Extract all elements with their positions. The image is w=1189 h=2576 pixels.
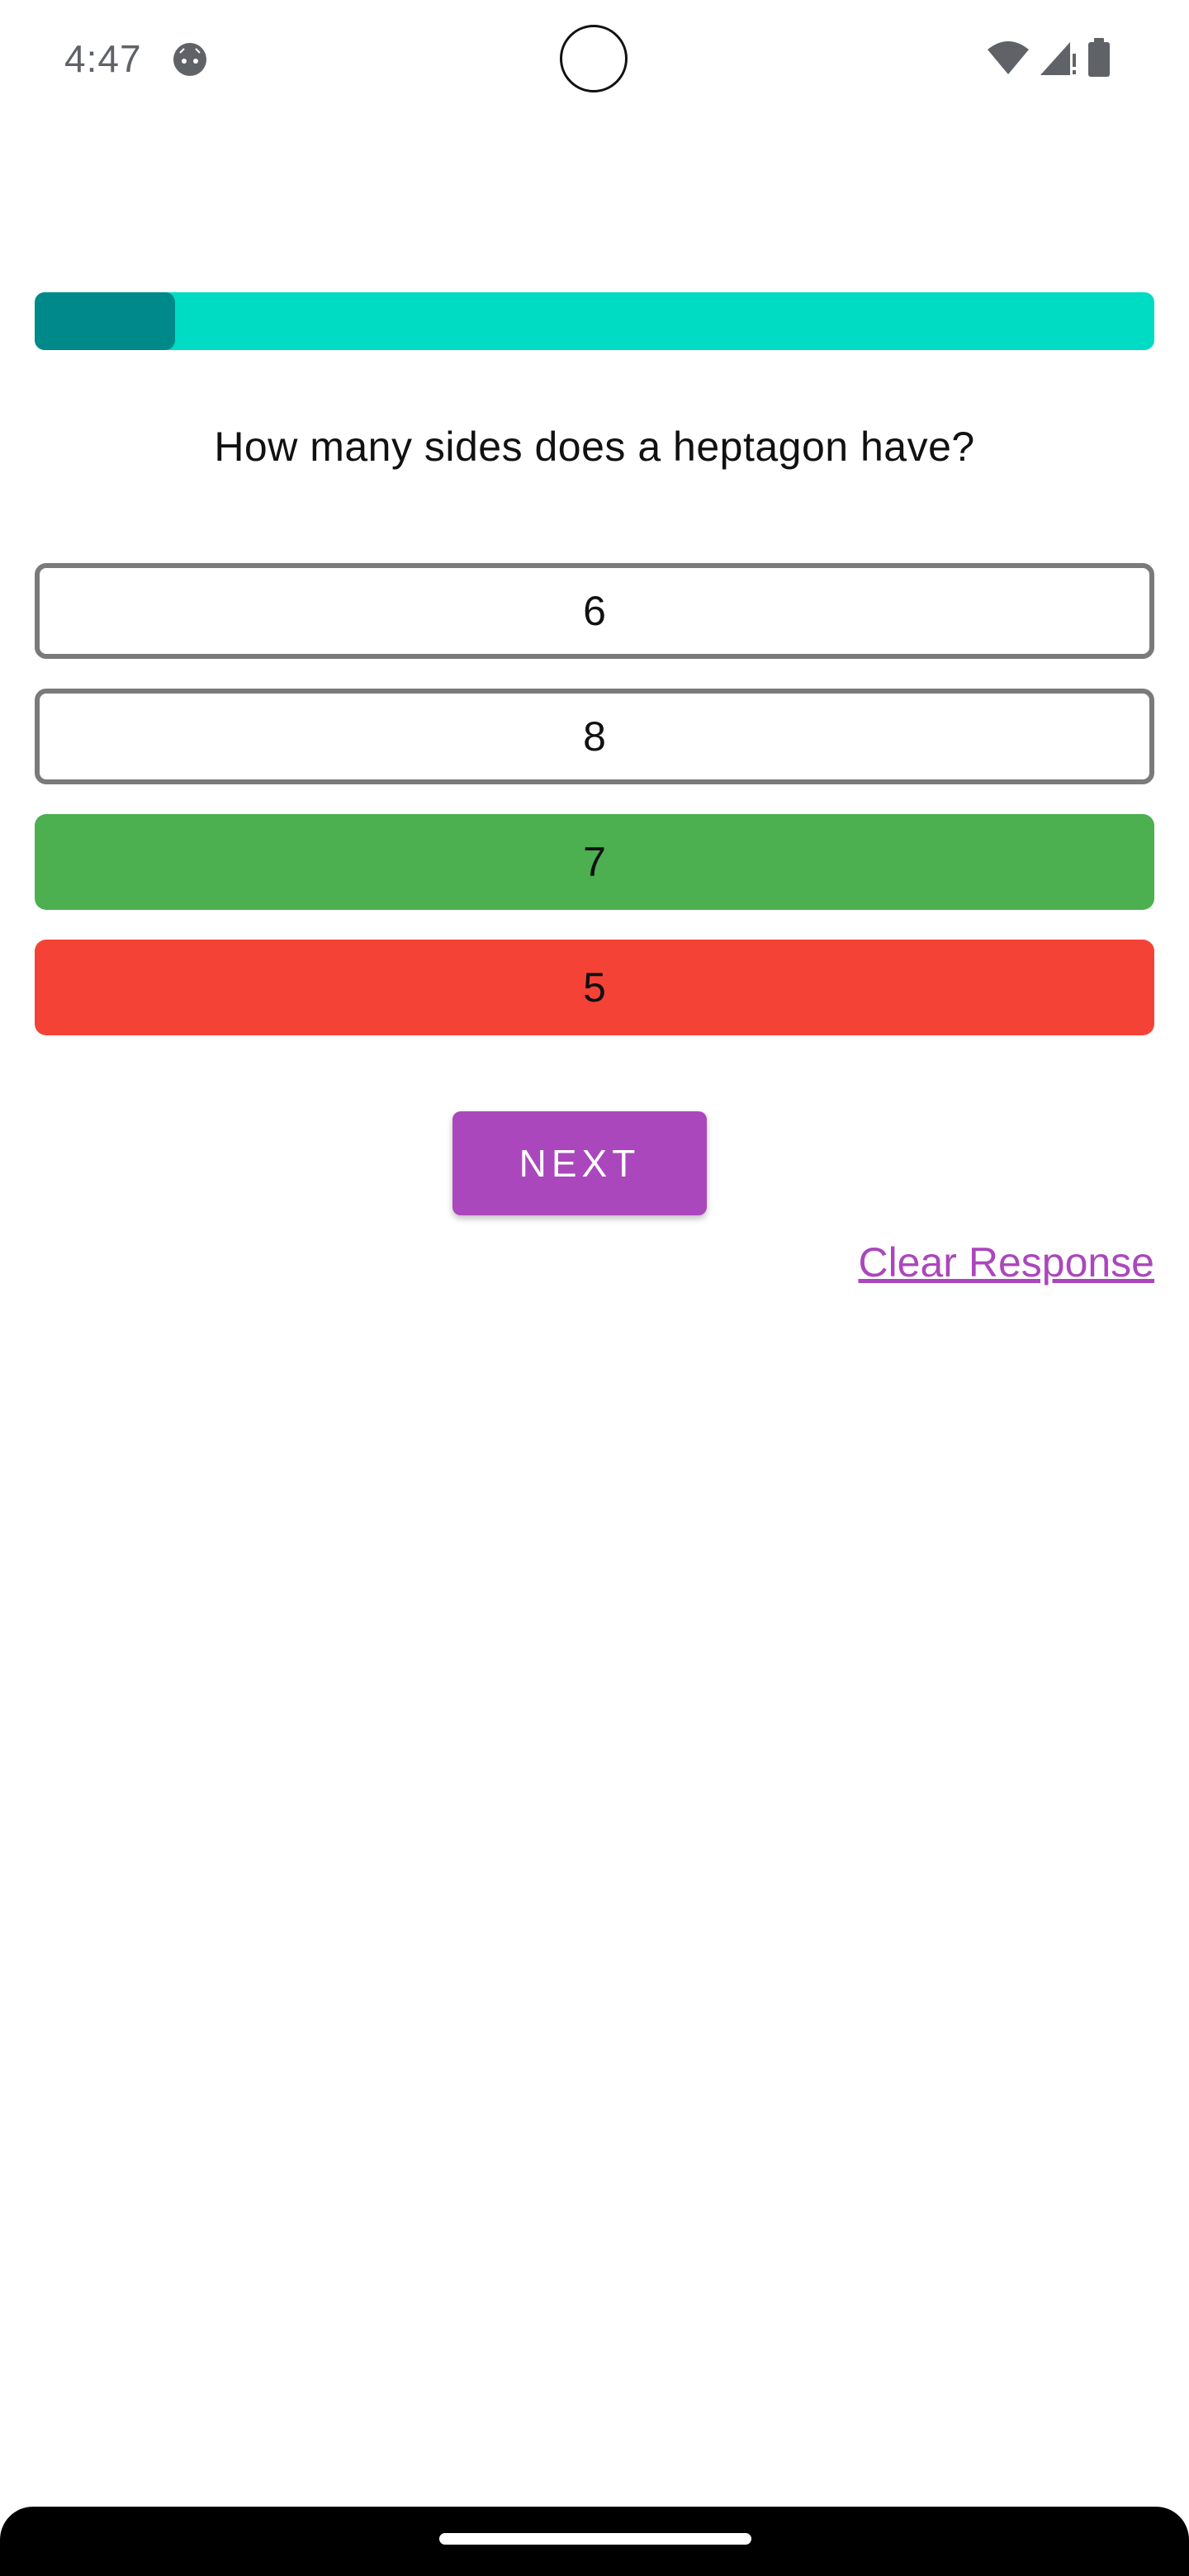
status-icons [986, 37, 1111, 82]
status-bar: 4:47 [0, 0, 1189, 116]
system-nav-bar [0, 2507, 1189, 2576]
next-button[interactable]: NEXT [452, 1111, 707, 1215]
answer-option-4[interactable]: 5 [35, 940, 1154, 1035]
question-text: How many sides does a heptagon have? [214, 424, 975, 470]
camera-cutout [560, 25, 628, 92]
answer-option-2[interactable]: 8 [35, 689, 1154, 784]
wifi-icon [986, 40, 1030, 80]
android-face-icon [172, 41, 208, 78]
home-gesture-handle[interactable] [439, 2533, 751, 2545]
quiz-progress-fill [35, 292, 175, 350]
answer-option-3[interactable]: 7 [35, 814, 1154, 910]
battery-icon [1087, 37, 1111, 82]
answer-option-1[interactable]: 6 [35, 563, 1154, 659]
clear-response-link[interactable]: Clear Response [858, 1238, 1154, 1286]
quiz-progress-bar [35, 292, 1154, 350]
status-time: 4:47 [64, 37, 142, 80]
signal-icon [1039, 39, 1078, 81]
